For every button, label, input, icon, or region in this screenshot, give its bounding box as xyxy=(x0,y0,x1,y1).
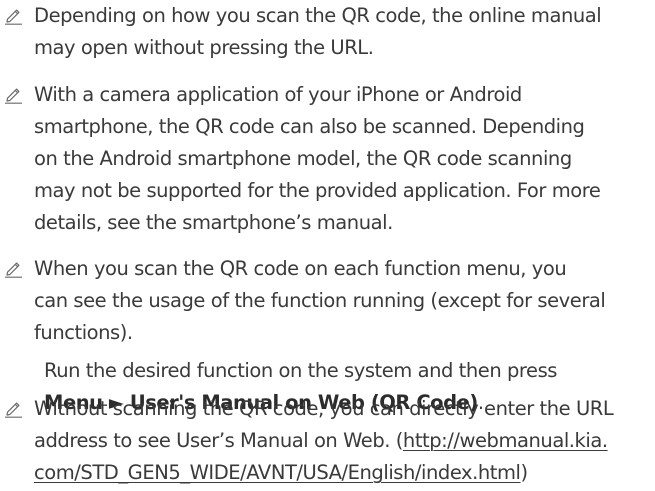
note-line: Depending on how you scan the QR code, t… xyxy=(34,4,602,27)
note-line: may open without pressing the URL. xyxy=(34,36,374,59)
note-line: may not be supported for the provided ap… xyxy=(34,179,601,202)
note-line: can see the usage of the function runnin… xyxy=(34,289,606,312)
pencil-icon xyxy=(5,262,22,278)
pencil-icon xyxy=(5,88,22,104)
note-line: functions). xyxy=(34,321,133,344)
note-text: Depending on how you scan the QR code, t… xyxy=(34,0,655,64)
pencil-icon xyxy=(5,402,22,418)
instruction-line: Run the desired function on the system a… xyxy=(44,359,558,382)
pencil-icon xyxy=(5,9,22,25)
note-line: When you scan the QR code on each functi… xyxy=(34,257,567,280)
manual-url-link[interactable]: http://webmanual.kia. xyxy=(403,429,608,452)
note-line: details, see the smartphone’s manual. xyxy=(34,211,393,234)
note-line: on the Android smartphone model, the QR … xyxy=(34,147,572,170)
note-line: com/STD_GEN5_WIDE/AVNT/USA/English/index… xyxy=(34,457,655,489)
note-text: With a camera application of your iPhone… xyxy=(34,79,655,239)
line-suffix: ) xyxy=(520,461,529,484)
note-line: Without scanning the QR code, you can di… xyxy=(34,397,614,420)
manual-url-link[interactable]: com/STD_GEN5_WIDE/AVNT/USA/English/index… xyxy=(34,461,521,484)
note-line: address to see User’s Manual on Web. (ht… xyxy=(34,425,655,457)
note-line: With a camera application of your iPhone… xyxy=(34,83,522,106)
line-prefix: address to see User’s Manual on Web. ( xyxy=(34,429,403,452)
note-text: Without scanning the QR code, you can di… xyxy=(34,393,655,489)
note-line: smartphone, the QR code can also be scan… xyxy=(34,115,585,138)
note-text: When you scan the QR code on each functi… xyxy=(34,253,655,349)
